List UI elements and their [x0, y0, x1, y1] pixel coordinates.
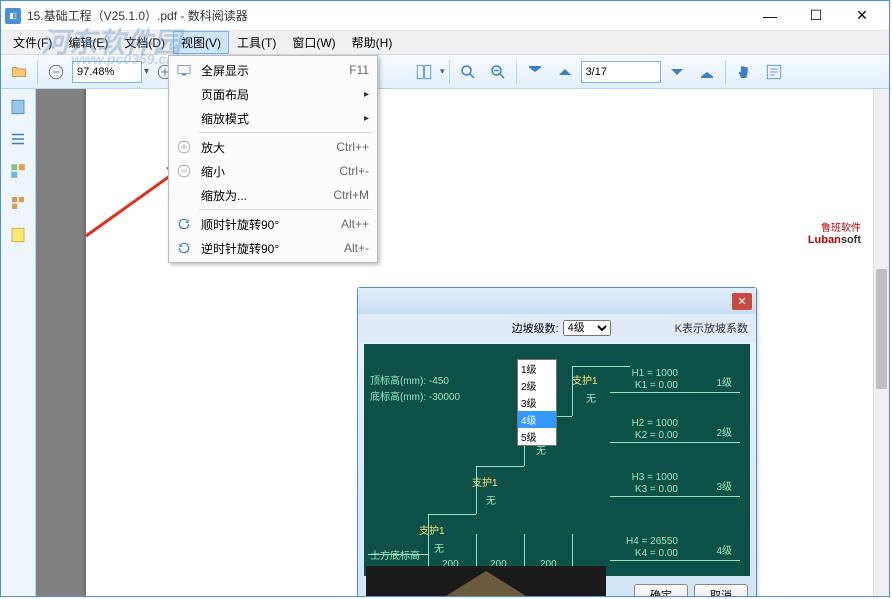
embedded-dialog: ✕ 边坡级数: 4级 K表示放坡系数 1级 2级 3级 [357, 287, 757, 596]
plus-icon [175, 138, 193, 156]
fit-dropdown-icon[interactable]: ▾ [440, 66, 445, 77]
menu-zoom-in[interactable]: 放大Ctrl++ [169, 135, 377, 159]
window-title: 15.基础工程（V25.1.0）.pdf - 数科阅读器 [27, 7, 747, 24]
app-icon: ◧ [5, 8, 21, 24]
menu-zoom-out[interactable]: 缩小Ctrl+- [169, 159, 377, 183]
vertical-scrollbar[interactable] [873, 89, 889, 596]
menu-tools[interactable]: 工具(T) [229, 31, 284, 54]
first-page-button[interactable] [521, 58, 549, 86]
menu-zoom-to[interactable]: 缩放为...Ctrl+M [169, 183, 377, 207]
fit-split-button[interactable] [410, 58, 438, 86]
bookmarks-button[interactable] [6, 223, 30, 247]
kfactor-label: K表示放坡系数 [675, 320, 748, 336]
last-page-button[interactable] [693, 58, 721, 86]
minimize-button[interactable]: — [747, 1, 793, 31]
dialog-canvas: 1级 2级 3级 4级 5级 顶标高(mm): -450 底标高(mm): -3… [364, 344, 750, 576]
menu-fullscreen[interactable]: 全屏显示F11 [169, 58, 377, 82]
search-minus-button[interactable] [484, 58, 512, 86]
search-button[interactable] [454, 58, 482, 86]
page-input[interactable] [581, 61, 661, 83]
dialog-close-icon: ✕ [732, 293, 752, 310]
menu-help[interactable]: 帮助(H) [344, 31, 401, 54]
select-tool-button[interactable] [760, 58, 788, 86]
menu-file[interactable]: 文件(F) [5, 31, 60, 54]
content-area: 鲁班软件 Lubansoft ✕ 边坡级数: 4级 K表示放坡系数 [36, 89, 889, 596]
screen-icon [175, 61, 193, 79]
rotate-ccw-icon [175, 239, 193, 257]
close-button[interactable]: ✕ [839, 1, 885, 31]
view-menu-dropdown: 全屏显示F11 页面布局▸ 缩放模式▸ 放大Ctrl++ 缩小Ctrl+- 缩放… [168, 55, 378, 263]
attachments-button[interactable] [6, 191, 30, 215]
open-button[interactable] [5, 58, 33, 86]
menu-view[interactable]: 视图(V) [173, 31, 229, 54]
menu-document[interactable]: 文档(D) [116, 31, 173, 54]
combo-dropdown: 1级 2级 3级 4级 5级 [517, 359, 557, 446]
next-figure-preview [366, 566, 606, 596]
prev-page-button[interactable] [551, 58, 579, 86]
toolbar: ▾ ▾ [1, 55, 889, 89]
menu-rotate-ccw[interactable]: 逆时针旋转90°Alt+- [169, 236, 377, 260]
titlebar: ◧ 15.基础工程（V25.1.0）.pdf - 数科阅读器 — ☐ ✕ [1, 1, 889, 31]
maximize-button[interactable]: ☐ [793, 1, 839, 31]
luban-logo: 鲁班软件 Lubansoft [808, 219, 861, 246]
cancel-button: 取消 [694, 584, 748, 596]
menu-edit[interactable]: 编辑(E) [60, 31, 116, 54]
zoom-out-button[interactable] [42, 58, 70, 86]
menu-zoom-mode[interactable]: 缩放模式▸ [169, 106, 377, 130]
menu-rotate-cw[interactable]: 顺时针旋转90°Alt++ [169, 212, 377, 236]
hand-tool-button[interactable] [730, 58, 758, 86]
thumbnails-button[interactable] [6, 95, 30, 119]
slope-combo: 4级 [563, 320, 611, 336]
outline-button[interactable] [6, 127, 30, 151]
layers-button[interactable] [6, 159, 30, 183]
ok-button: 确定 [634, 584, 688, 596]
next-page-button[interactable] [663, 58, 691, 86]
zoom-dropdown-icon[interactable]: ▾ [144, 66, 149, 77]
menubar: 文件(F) 编辑(E) 文档(D) 视图(V) 工具(T) 窗口(W) 帮助(H… [1, 31, 889, 55]
minus-icon [175, 162, 193, 180]
menu-window[interactable]: 窗口(W) [284, 31, 343, 54]
rotate-cw-icon [175, 215, 193, 233]
menu-page-layout[interactable]: 页面布局▸ [169, 82, 377, 106]
slope-label: 边坡级数: [512, 320, 559, 336]
sidebar [1, 89, 36, 596]
zoom-input[interactable] [72, 61, 142, 83]
